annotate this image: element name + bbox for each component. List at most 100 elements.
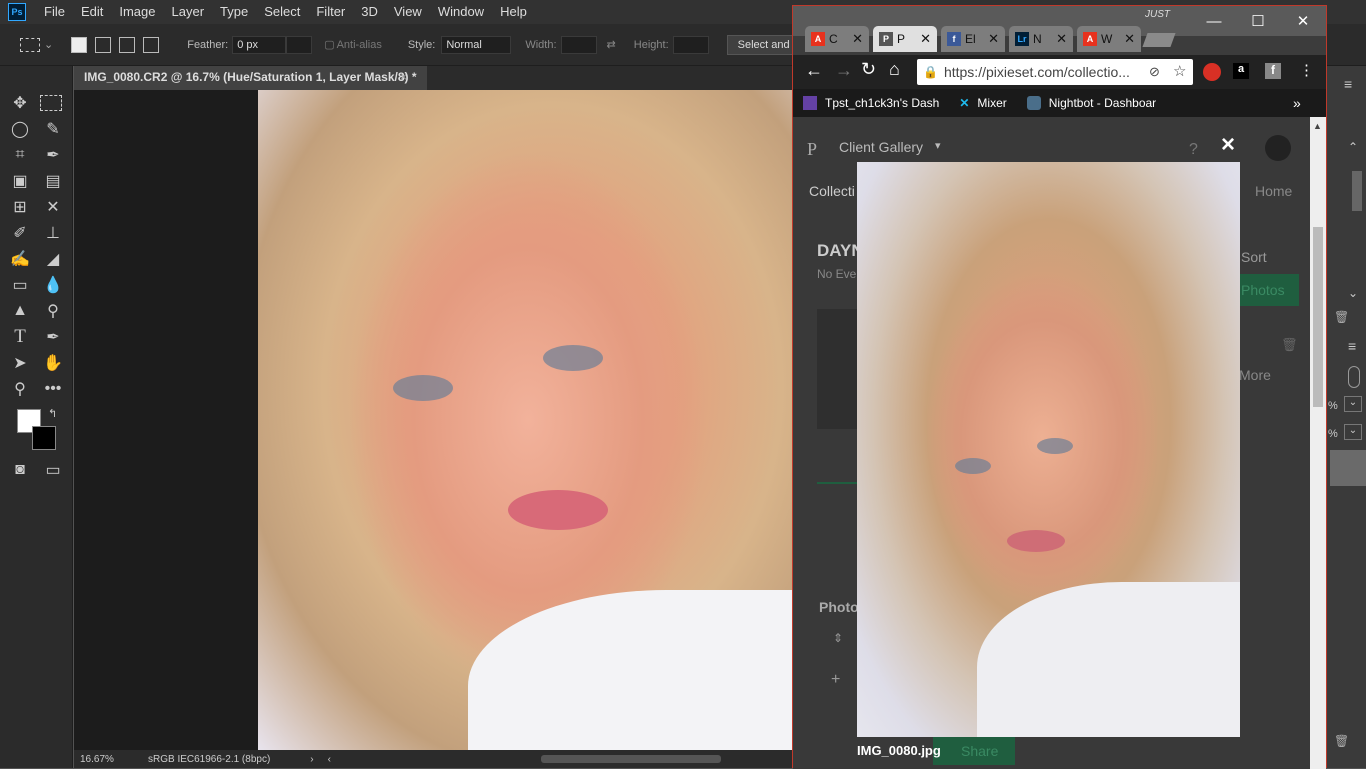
crop-tool-icon[interactable]: ⌗	[7, 143, 33, 167]
marquee-preset-icon[interactable]	[20, 37, 40, 52]
profile-name[interactable]: JUST	[1145, 9, 1170, 20]
height-input[interactable]	[672, 35, 709, 54]
status-menu-icon[interactable]: ›	[310, 754, 313, 765]
more-tools-icon[interactable]: •••	[40, 377, 66, 401]
width-input[interactable]	[560, 35, 597, 54]
menu-filter[interactable]: Filter	[308, 0, 353, 24]
document-tab[interactable]: IMG_0080.CR2 @ 16.7% (Hue/Saturation 1, …	[74, 66, 427, 90]
portrait-photo-canvas[interactable]	[258, 90, 798, 750]
tab-close-icon[interactable]: ✕	[988, 31, 999, 47]
clone-stamp-icon[interactable]: ⊥	[40, 221, 66, 245]
avatar[interactable]	[1265, 135, 1291, 161]
pen-tool-icon[interactable]: ✒	[40, 325, 66, 349]
scroll-left-icon[interactable]: ‹	[328, 754, 331, 765]
panel-menu-icon[interactable]: ≡	[1344, 76, 1358, 92]
pixieset-logo[interactable]: P	[807, 139, 817, 160]
close-tab-icon[interactable]: ×	[400, 70, 407, 84]
add-to-selection-icon[interactable]	[95, 36, 112, 53]
layer-thumbnail[interactable]	[1330, 450, 1366, 486]
new-selection-icon[interactable]	[71, 36, 88, 53]
move-tool-icon[interactable]: ✥	[7, 91, 33, 115]
bookmark-twitch[interactable]: Tpst_ch1ck3n's Dash	[793, 96, 949, 110]
rect-marquee-tool-icon[interactable]	[40, 95, 62, 111]
feather-unit-field[interactable]	[286, 35, 313, 54]
back-icon[interactable]: ←	[805, 60, 823, 81]
swap-colors-icon[interactable]: ↰	[48, 407, 57, 420]
chevron-down-icon[interactable]: ▾	[935, 139, 941, 152]
close-window-icon[interactable]: ✕	[1281, 6, 1325, 36]
reload-icon[interactable]: ↻	[861, 59, 876, 80]
healing-brush-icon[interactable]: ▣	[7, 169, 33, 193]
subtract-selection-icon[interactable]	[119, 36, 136, 53]
gradient-tool-icon[interactable]: ▭	[7, 273, 33, 297]
menu-select[interactable]: Select	[256, 0, 308, 24]
chevron-down-icon[interactable]: ⌄	[44, 38, 53, 51]
menu-3d[interactable]: 3D	[353, 0, 386, 24]
client-gallery-dropdown[interactable]: Client Gallery	[839, 139, 923, 155]
facebook-extension-icon[interactable]: f	[1265, 63, 1281, 79]
scroll-up-icon[interactable]: ▲	[1313, 121, 1322, 131]
eyedropper-tool-icon[interactable]: ✒	[40, 143, 66, 167]
share-button[interactable]: Share	[933, 737, 1015, 765]
help-icon[interactable]: ?	[1189, 141, 1198, 159]
page-scrollbar[interactable]: ▲	[1310, 117, 1326, 769]
browser-tab-1[interactable]: A C ✕	[805, 26, 869, 52]
new-tab-button[interactable]	[1142, 33, 1176, 47]
trash-icon[interactable]: 🗑	[1334, 310, 1349, 324]
toggle-switch[interactable]	[1348, 366, 1360, 388]
layers-menu-icon[interactable]: ≡	[1348, 338, 1356, 354]
sharpen-tool-icon[interactable]: ▲	[7, 299, 33, 323]
scroll-thumb[interactable]	[1313, 227, 1323, 407]
menu-view[interactable]: View	[386, 0, 430, 24]
nav-collections[interactable]: Collecti	[809, 183, 855, 199]
fill-dropdown[interactable]: ⌄	[1344, 424, 1362, 440]
hand-tool-icon[interactable]: ✋	[40, 351, 66, 375]
forward-icon[interactable]: →	[835, 60, 853, 81]
add-photos-button[interactable]: Photos	[1239, 274, 1299, 306]
type-tool-icon[interactable]: T	[7, 325, 33, 349]
bookmark-star-icon[interactable]: ☆	[1173, 62, 1186, 80]
menu-type[interactable]: Type	[212, 0, 256, 24]
zoom-level[interactable]: 16.67%	[80, 754, 144, 765]
bookmark-nightbot[interactable]: Nightbot - Dashboar	[1017, 96, 1166, 110]
zoom-tool-icon[interactable]: ⚲	[7, 377, 33, 401]
path-select-icon[interactable]: ➤	[7, 351, 33, 375]
browser-tab-2[interactable]: P P ✕	[873, 26, 937, 52]
tab-close-icon[interactable]: ✕	[1124, 31, 1135, 47]
amazon-icon[interactable]: a	[1233, 63, 1249, 79]
chrome-menu-icon[interactable]: ⋮	[1299, 61, 1314, 79]
screen-mode-icon[interactable]: ▭	[40, 458, 66, 482]
sort-dropdown[interactable]: Sort	[1241, 249, 1267, 265]
browser-tab-3[interactable]: f El ✕	[941, 26, 1005, 52]
menu-image[interactable]: Image	[111, 0, 163, 24]
history-brush-icon[interactable]: ✍	[7, 247, 33, 271]
menu-file[interactable]: File	[36, 0, 73, 24]
frame-tool-icon[interactable]: ⊞	[7, 195, 33, 219]
horizontal-scrollbar[interactable]	[540, 755, 721, 763]
home-icon[interactable]: ⌂	[889, 59, 900, 80]
tab-close-icon[interactable]: ✕	[920, 31, 931, 47]
tab-close-icon[interactable]: ✕	[852, 31, 863, 47]
reorder-icon[interactable]: ⇕	[833, 631, 843, 645]
opacity-dropdown[interactable]: ⌄	[1344, 396, 1362, 412]
delete-icon[interactable]: 🗑	[1281, 337, 1298, 353]
trash-bottom-icon[interactable]: 🗑	[1334, 734, 1349, 748]
maximize-icon[interactable]: ☐	[1236, 6, 1280, 36]
brush-tool-icon[interactable]: ✐	[7, 221, 33, 245]
menu-help[interactable]: Help	[492, 0, 535, 24]
eraser-tool-icon[interactable]: ◢	[40, 247, 66, 271]
quick-select-tool-icon[interactable]: ✎	[40, 117, 66, 141]
more-dropdown[interactable]: More	[1239, 367, 1271, 383]
scroll-up-icon[interactable]: ⌃	[1348, 140, 1358, 154]
menu-layer[interactable]: Layer	[164, 0, 213, 24]
scroll-down-icon[interactable]: ⌄	[1348, 286, 1358, 300]
browser-tab-5[interactable]: A W ✕	[1077, 26, 1141, 52]
lasso-tool-icon[interactable]: ◯	[7, 117, 33, 141]
quick-mask-icon[interactable]: ◙	[7, 458, 33, 482]
background-color-swatch[interactable]	[32, 426, 56, 450]
nav-home[interactable]: Home	[1255, 183, 1292, 199]
feather-input[interactable]: 0 px	[232, 35, 287, 54]
style-select[interactable]: Normal	[441, 35, 512, 54]
panel-scrollbar[interactable]	[1352, 171, 1362, 211]
cookie-blocked-icon[interactable]: ⊘	[1149, 64, 1160, 80]
